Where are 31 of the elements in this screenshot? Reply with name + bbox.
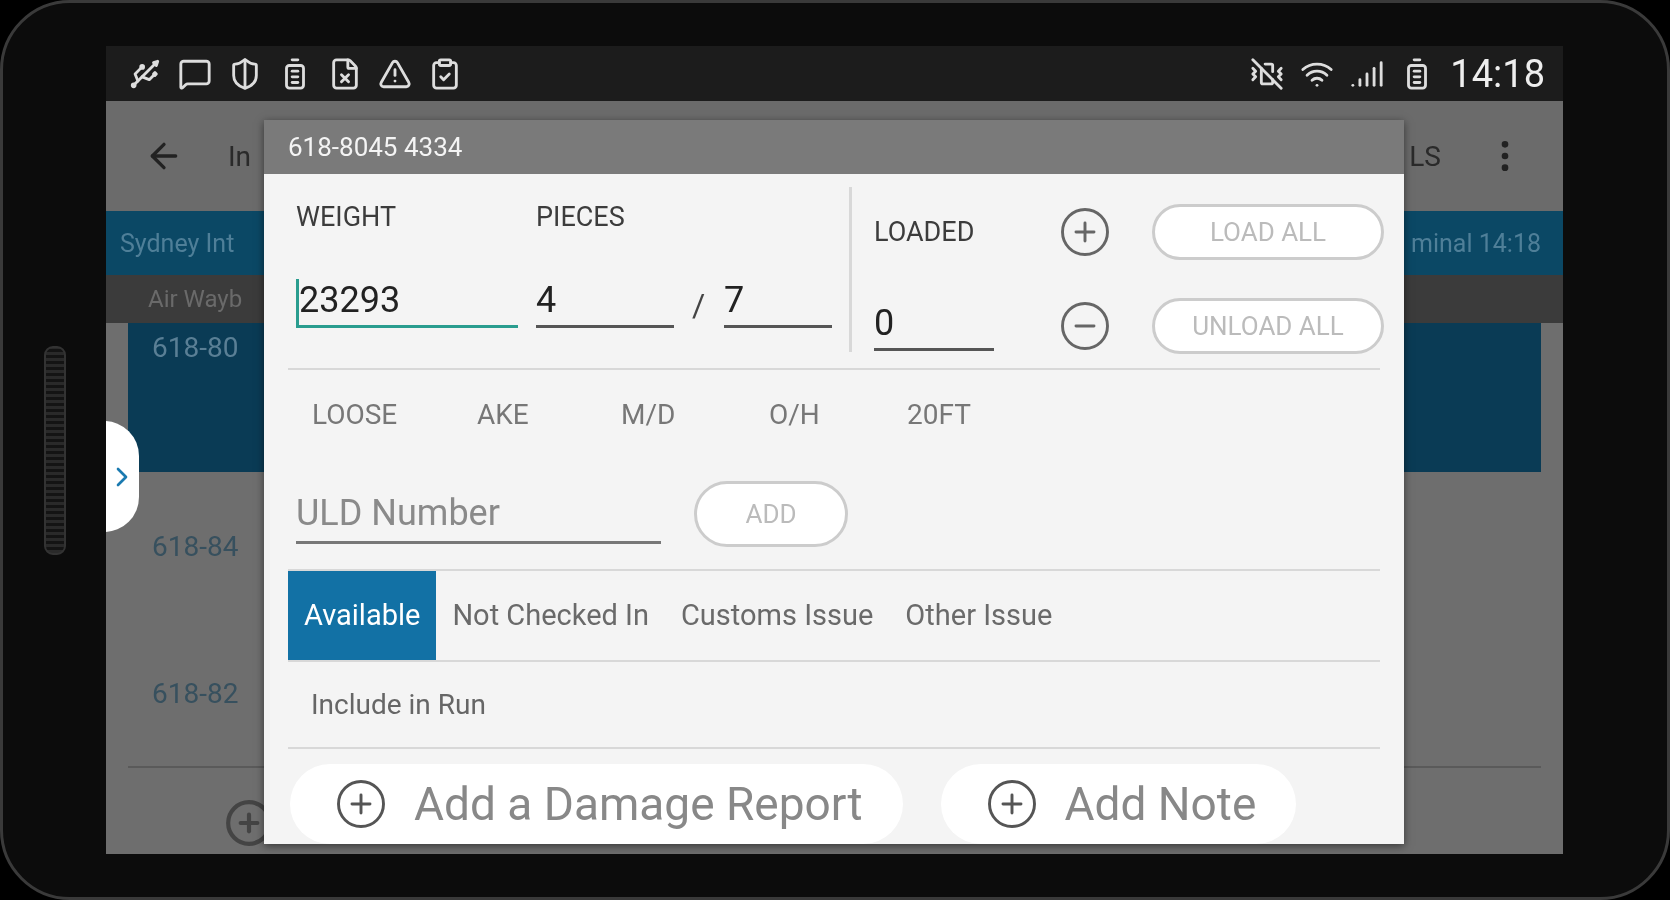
status-tab[interactable]: Other Issue <box>889 570 1069 660</box>
uld-number-field[interactable]: ULD Number <box>296 484 661 544</box>
uld-type-option[interactable]: M/D <box>621 398 769 432</box>
action-label[interactable]: LS <box>1409 139 1441 173</box>
vibrate-off-icon <box>1250 56 1285 91</box>
uld-type-option[interactable]: LOOSE <box>312 398 477 432</box>
banner-text: Sydney Int <box>120 228 235 258</box>
row-text: 618-80 <box>152 331 239 364</box>
action-button[interactable]: Add Note <box>940 764 1297 844</box>
clock-time: 14:18 <box>1450 51 1545 96</box>
app-title: In <box>228 139 252 173</box>
status-tab[interactable]: Available <box>288 570 437 660</box>
loaded-field[interactable]: 0 <box>874 301 994 351</box>
include-label: Include in Run <box>311 687 486 721</box>
status-tab[interactable]: Customs Issue <box>665 570 890 660</box>
plus-icon <box>334 777 388 831</box>
uld-type-option[interactable]: O/H <box>769 398 907 432</box>
row-text: 618-82 <box>152 676 239 710</box>
total-field[interactable]: 7 <box>724 279 832 329</box>
weight-field[interactable]: 23293 <box>296 279 518 329</box>
field-label: WEIGHT <box>296 201 398 234</box>
status-tab[interactable]: Not Checked In <box>436 570 665 660</box>
uld-type-option[interactable]: 20FT <box>907 398 1027 432</box>
separator: / <box>692 286 707 325</box>
dialog-title: 618-8045 4334 <box>288 132 463 163</box>
pieces-field[interactable]: 4 <box>536 279 674 329</box>
uld-type-option[interactable]: AKE <box>477 398 621 432</box>
field-label: LOADED <box>874 216 976 249</box>
banner-text: minal 14:18 <box>1411 228 1541 258</box>
field-label: PIECES <box>536 201 626 234</box>
action-button[interactable]: Add a Damage Report <box>290 764 903 844</box>
